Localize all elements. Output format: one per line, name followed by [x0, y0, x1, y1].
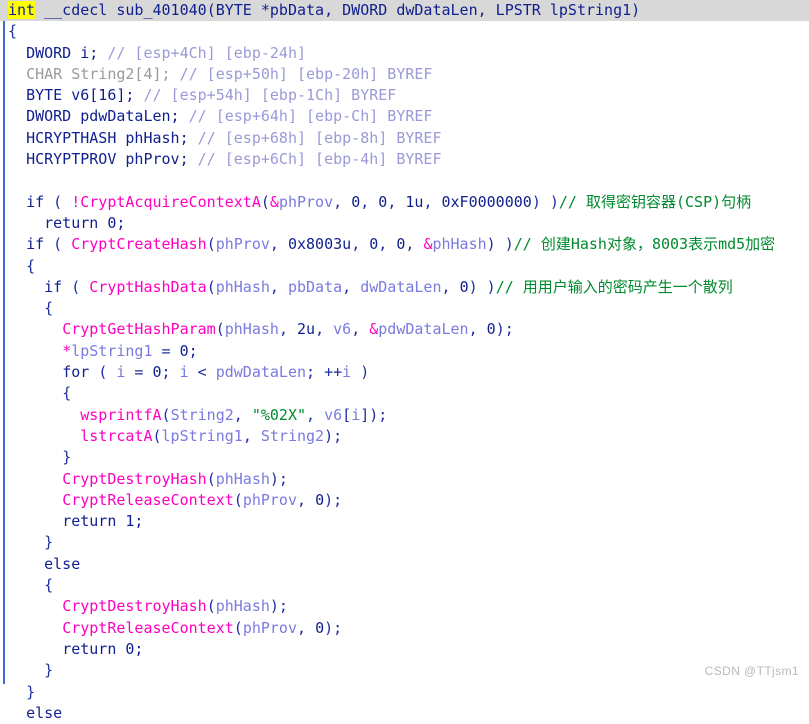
return-type-token: int	[8, 1, 36, 19]
if-keyword: if	[26, 192, 45, 211]
brace-token: }	[44, 533, 54, 552]
decl-comment-4: // [esp+68h] [ebp-8h] BYREF	[197, 128, 442, 147]
code-listing[interactable]: int __cdecl sub_401040(BYTE *pbData, DWO…	[0, 0, 809, 724]
code-line-decl-0[interactable]: DWORD i; // [esp+4Ch] [ebp-24h]	[0, 43, 809, 64]
code-line-brace-close-inner-else[interactable]: }	[0, 660, 809, 681]
code-line-lstrcat[interactable]: lstrcatA(lpString1, String2);	[0, 426, 809, 447]
brace-token: {	[44, 576, 54, 595]
brace-token: }	[44, 661, 54, 680]
else-keyword: else	[44, 554, 81, 573]
code-line-brace-open-body[interactable]: {	[0, 21, 809, 42]
if-keyword: if	[44, 277, 63, 296]
code-line-brace-close-outer-if[interactable]: }	[0, 682, 809, 703]
pseudocode-view[interactable]: int __cdecl sub_401040(BYTE *pbData, DWO…	[0, 0, 809, 722]
release-context-call[interactable]: CryptReleaseContext(phProv, 0);	[62, 491, 342, 509]
code-line-if-acquire-context[interactable]: if ( !CryptAcquireContextA(&phProv, 0, 0…	[0, 192, 809, 213]
decl-name-2[interactable]: v6[16];	[71, 86, 134, 104]
code-line-release-context-2[interactable]: CryptReleaseContext(phProv, 0);	[0, 618, 809, 639]
hash-data-call[interactable]: CryptHashData(phHash, pbData, dwDataLen,…	[89, 278, 477, 296]
decl-comment-5: // [esp+6Ch] [ebp-4h] BYREF	[197, 150, 442, 169]
code-line-brace-open-inner-if[interactable]: {	[0, 298, 809, 319]
calling-convention-token: __cdecl	[44, 1, 108, 19]
brace-token: }	[26, 682, 36, 701]
create-hash-comment: // 创建Hash对象，8003表示md5加密	[513, 235, 776, 254]
logical-not-operator: !	[71, 192, 81, 211]
for-keyword: for	[62, 363, 90, 382]
code-line-brace-open-outer-if[interactable]: {	[0, 256, 809, 277]
code-line-brace-close-inner-if[interactable]: }	[0, 532, 809, 553]
code-line-return-one[interactable]: return 1;	[0, 511, 809, 532]
code-line-else-inner[interactable]: else	[0, 554, 809, 575]
decl-type-1: CHAR	[26, 64, 63, 83]
decl-name-1[interactable]: String2[4];	[71, 65, 170, 83]
code-line-return-zero-2[interactable]: return 0;	[0, 639, 809, 660]
code-line-if-hash-data[interactable]: if ( CryptHashData(phHash, pbData, dwDat…	[0, 277, 809, 298]
code-line-for-header[interactable]: for ( i = 0; i < pdwDataLen; ++i )	[0, 362, 809, 383]
decl-comment-0: // [esp+4Ch] [ebp-24h]	[107, 43, 307, 62]
destroy-hash-call[interactable]: CryptDestroyHash(phHash);	[62, 597, 288, 615]
decl-name-3[interactable]: pdwDataLen;	[80, 107, 179, 125]
brace-token: {	[62, 384, 72, 403]
acquire-context-call[interactable]: CryptAcquireContextA(&phProv, 0, 0, 1u, …	[80, 193, 541, 211]
code-line-decl-2[interactable]: BYTE v6[16]; // [esp+54h] [ebp-1Ch] BYRE…	[0, 85, 809, 106]
decl-comment-3: // [esp+64h] [ebp-Ch] BYREF	[188, 107, 433, 126]
code-line-decl-5[interactable]: HCRYPTPROV phProv; // [esp+6Ch] [ebp-4h]…	[0, 149, 809, 170]
acquire-context-comment: // 取得密钥容器(CSP)句柄	[558, 192, 752, 211]
return-keyword: return	[62, 512, 117, 531]
create-hash-call[interactable]: CryptCreateHash(phProv, 0x8003u, 0, 0, &…	[71, 235, 495, 253]
decl-type-2: BYTE	[26, 86, 63, 105]
code-line-reset-string[interactable]: *lpString1 = 0;	[0, 341, 809, 362]
code-line-decl-3[interactable]: DWORD pdwDataLen; // [esp+64h] [ebp-Ch] …	[0, 106, 809, 127]
code-line-brace-close-for[interactable]: }	[0, 447, 809, 468]
return-keyword: return	[62, 639, 117, 658]
code-line-signature[interactable]: int __cdecl sub_401040(BYTE *pbData, DWO…	[0, 0, 809, 22]
function-name-token[interactable]: sub_401040	[116, 1, 206, 19]
code-line-brace-open-for[interactable]: {	[0, 383, 809, 404]
parameter-list-token: (BYTE *pbData, DWORD dwDataLen, LPSTR lp…	[206, 1, 641, 19]
brace-token: }	[62, 448, 72, 467]
destroy-hash-call[interactable]: CryptDestroyHash(phHash);	[62, 470, 288, 488]
code-line-return-zero-1[interactable]: return 0;	[0, 213, 809, 234]
code-line-release-context-1[interactable]: CryptReleaseContext(phProv, 0);	[0, 490, 809, 511]
code-line-decl-1[interactable]: CHAR String2[4]; // [esp+50h] [ebp-20h] …	[0, 64, 809, 85]
decl-type-0: DWORD	[26, 43, 72, 62]
code-line-else-outer[interactable]: else	[0, 703, 809, 724]
decl-type-5: HCRYPTPROV	[26, 150, 117, 169]
code-line-if-create-hash[interactable]: if ( CryptCreateHash(phProv, 0x8003u, 0,…	[0, 234, 809, 255]
decl-name-0[interactable]: i;	[80, 44, 98, 62]
decl-comment-1: // [esp+50h] [ebp-20h] BYREF	[179, 64, 433, 83]
code-line-destroy-hash-2[interactable]: CryptDestroyHash(phHash);	[0, 596, 809, 617]
hash-data-comment: // 用用户输入的密码产生一个散列	[495, 277, 733, 296]
decl-comment-2: // [esp+54h] [ebp-1Ch] BYREF	[143, 86, 397, 105]
get-hash-param-call[interactable]: CryptGetHashParam(phHash, 2u, v6, &pdwDa…	[62, 320, 514, 338]
code-line-get-hash-param[interactable]: CryptGetHashParam(phHash, 2u, v6, &pdwDa…	[0, 319, 809, 340]
format-string-literal: "%02X"	[251, 405, 307, 424]
if-keyword: if	[26, 235, 45, 254]
code-line-blank-1	[0, 170, 809, 191]
code-line-destroy-hash-1[interactable]: CryptDestroyHash(phHash);	[0, 469, 809, 490]
decl-name-5[interactable]: phProv;	[125, 150, 188, 168]
code-line-brace-open-inner-else[interactable]: {	[0, 575, 809, 596]
decl-name-4[interactable]: phHash;	[125, 129, 188, 147]
return-keyword: return	[44, 213, 99, 232]
release-context-call[interactable]: CryptReleaseContext(phProv, 0);	[62, 619, 342, 637]
lpstring1-identifier[interactable]: lpString1	[71, 342, 152, 360]
watermark: CSDN @TTjsm1	[704, 664, 799, 678]
brace-token: {	[26, 256, 36, 275]
code-line-decl-4[interactable]: HCRYPTHASH phHash; // [esp+68h] [ebp-8h]…	[0, 128, 809, 149]
decl-type-4: HCRYPTHASH	[26, 128, 117, 147]
wsprintf-call[interactable]: wsprintfA(String2, "%02X", v6[i]);	[80, 406, 387, 424]
else-keyword: else	[26, 703, 63, 722]
lstrcat-call[interactable]: lstrcatA(lpString1, String2);	[80, 427, 342, 445]
code-line-wsprintf[interactable]: wsprintfA(String2, "%02X", v6[i]);	[0, 405, 809, 426]
brace-token: {	[44, 299, 54, 318]
brace-token: {	[8, 22, 18, 41]
decl-type-3: DWORD	[26, 107, 72, 126]
